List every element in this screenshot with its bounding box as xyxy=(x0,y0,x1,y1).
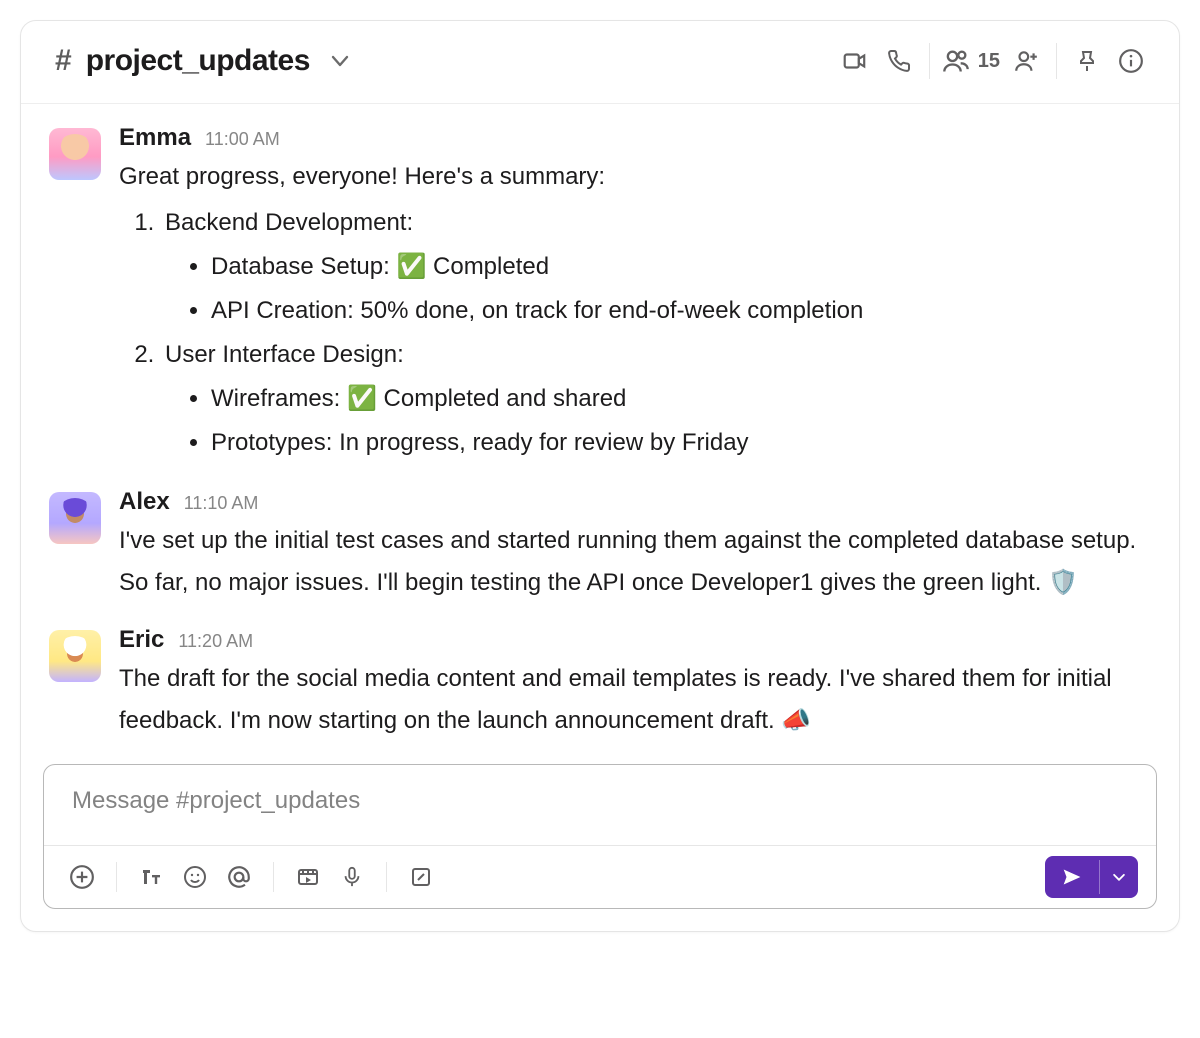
message-time: 11:20 AM xyxy=(178,631,253,652)
message-text: Great progress, everyone! Here's a summa… xyxy=(119,156,1145,464)
message-composer: Message #project_updates xyxy=(43,764,1157,909)
chat-panel: # project_updates 15 xyxy=(20,20,1180,932)
header-actions: 15 xyxy=(833,39,1153,83)
channel-header: # project_updates 15 xyxy=(21,21,1179,104)
channel-name: project_updates xyxy=(86,44,310,78)
channel-title-button[interactable]: # project_updates xyxy=(55,44,350,78)
people-icon xyxy=(942,47,970,75)
message-author[interactable]: Alex xyxy=(119,488,170,516)
avatar[interactable] xyxy=(49,492,101,544)
message-text: The draft for the social media content a… xyxy=(119,658,1145,742)
pin-button[interactable] xyxy=(1065,39,1109,83)
separator xyxy=(116,862,117,892)
send-options-button[interactable] xyxy=(1099,860,1138,894)
members-count: 15 xyxy=(978,50,1000,73)
separator xyxy=(386,862,387,892)
add-person-button[interactable] xyxy=(1004,39,1048,83)
avatar[interactable] xyxy=(49,630,101,682)
separator xyxy=(1056,43,1057,79)
message-time: 11:10 AM xyxy=(184,493,259,514)
message-time: 11:00 AM xyxy=(205,129,280,150)
emoji-button[interactable] xyxy=(175,857,215,897)
video-clip-button[interactable] xyxy=(288,857,328,897)
separator xyxy=(273,862,274,892)
hash-icon: # xyxy=(55,44,72,78)
video-call-button[interactable] xyxy=(833,39,877,83)
avatar[interactable] xyxy=(49,128,101,180)
message-input[interactable]: Message #project_updates xyxy=(44,765,1156,845)
format-button[interactable] xyxy=(131,857,171,897)
message-list: Emma 11:00 AM Great progress, everyone! … xyxy=(21,104,1179,758)
info-button[interactable] xyxy=(1109,39,1153,83)
message-text: I've set up the initial test cases and s… xyxy=(119,520,1145,604)
send-button[interactable] xyxy=(1045,856,1099,898)
message-author[interactable]: Emma xyxy=(119,124,191,152)
attach-button[interactable] xyxy=(62,857,102,897)
composer-toolbar xyxy=(44,845,1156,908)
mention-button[interactable] xyxy=(219,857,259,897)
shortcut-button[interactable] xyxy=(401,857,441,897)
message-author[interactable]: Eric xyxy=(119,626,164,654)
message-emma: Emma 11:00 AM Great progress, everyone! … xyxy=(49,114,1145,478)
members-button[interactable]: 15 xyxy=(938,47,1004,75)
audio-clip-button[interactable] xyxy=(332,857,372,897)
phone-call-button[interactable] xyxy=(877,39,921,83)
chevron-down-icon xyxy=(330,51,350,71)
separator xyxy=(929,43,930,79)
message-alex: Alex 11:10 AM I've set up the initial te… xyxy=(49,478,1145,616)
send-button-group xyxy=(1045,856,1138,898)
message-eric: Eric 11:20 AM The draft for the social m… xyxy=(49,616,1145,754)
